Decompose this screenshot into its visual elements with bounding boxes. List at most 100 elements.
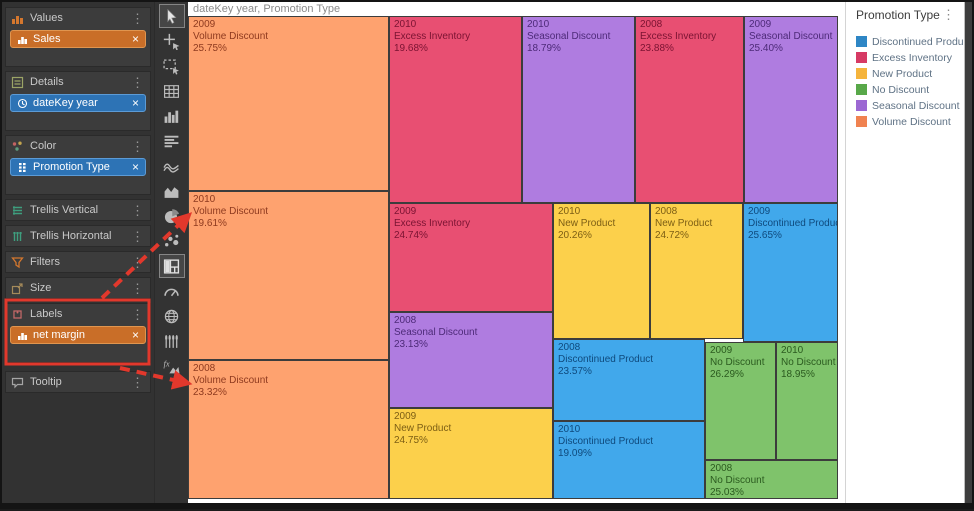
tile-value: 18.95% [781,369,833,381]
panel-header[interactable]: Trellis Vertical⋮ [6,200,150,220]
tile-type: Excess Inventory [394,31,517,43]
legend-swatch [856,100,867,111]
gauge-icon [163,283,180,300]
pointer-icon [163,8,180,25]
tool-treemap[interactable] [160,255,184,277]
crosshair-pointer-icon [163,33,180,50]
app-window: Values ⋮ Sales × Details⋮ dateKey year× Color⋮… [0,0,974,509]
tool-line-chart[interactable] [160,155,184,177]
kebab-menu-icon[interactable]: ⋮ [130,204,145,217]
treemap-tile[interactable]: 2008Excess Inventory23.88% [635,16,744,203]
tool-row-list[interactable] [160,130,184,152]
field-chip-promotion-type[interactable]: Promotion Type × [10,158,146,176]
color-palette-icon [11,140,24,153]
panel-values: Values ⋮ Sales × [5,7,151,67]
panel-header[interactable]: Tooltip⋮ [6,372,150,392]
tool-abacus[interactable] [160,330,184,352]
bar-chart-white-icon [17,34,28,45]
chip-label: Sales [33,33,61,45]
treemap-tile[interactable]: 2009Seasonal Discount25.40% [744,16,838,203]
legend-swatch [856,84,867,95]
treemap-tile[interactable]: 2010Discontinued Product19.09% [553,421,705,499]
treemap-tile[interactable]: 2009Discontinued Product25.65% [743,203,838,342]
treemap-tile[interactable]: 2009Excess Inventory24.74% [389,203,553,312]
tile-value: 26.29% [710,369,771,381]
panel-header[interactable]: Filters⋮ [6,252,150,272]
panel-header[interactable]: Trellis Horizontal⋮ [6,226,150,246]
tool-crosshair-pointer[interactable] [160,30,184,52]
tool-gauge[interactable] [160,280,184,302]
tile-type: Volume Discount [193,31,384,43]
tool-fx-chart[interactable]: fx [160,355,184,377]
chip-list: Sales × [6,28,150,48]
legend-item-volume-discount[interactable]: Volume Discount [856,114,956,129]
legend-item-excess-inventory[interactable]: Excess Inventory [856,50,956,65]
panel-label: Values [30,12,124,24]
tile-year: 2010 [558,424,700,436]
line-chart-icon [163,158,180,175]
treemap-tile[interactable]: 2009New Product24.75% [389,408,553,499]
treemap-tile[interactable]: 2010No Discount18.95% [776,342,838,460]
field-chip-net-margin[interactable]: net margin × [10,326,146,344]
treemap-tile[interactable]: 2010Volume Discount19.61% [188,191,389,360]
remove-field-icon[interactable]: × [132,33,139,45]
pie-chart-icon [163,208,180,225]
remove-field-icon[interactable]: × [132,329,139,341]
tool-pie-chart[interactable] [160,205,184,227]
treemap-tile[interactable]: 2008No Discount25.03% [705,460,838,499]
tile-value: 23.88% [640,43,739,55]
treemap-tile[interactable]: 2008Seasonal Discount23.13% [389,312,553,408]
tool-data-grid[interactable] [160,80,184,102]
tool-pointer[interactable] [160,5,184,27]
kebab-menu-icon[interactable]: ⋮ [130,12,145,25]
legend-item-no-discount[interactable]: No Discount [856,82,956,97]
treemap-tile[interactable]: 2008New Product24.72% [650,203,743,339]
kebab-menu-icon[interactable]: ⋮ [130,140,145,153]
kebab-menu-icon[interactable]: ⋮ [130,256,145,269]
chip-label: Promotion Type [33,161,110,173]
row-list-icon [163,133,180,150]
tile-year: 2009 [748,206,833,218]
panel-header[interactable]: Details⋮ [6,72,150,92]
panel-details: Details⋮ dateKey year× [5,71,151,131]
field-chip-sales[interactable]: Sales × [10,30,146,48]
treemap-tile[interactable]: 2008Volume Discount23.32% [188,360,389,499]
panel-header[interactable]: Color⋮ [6,136,150,156]
panel-header[interactable]: Size⋮ [6,278,150,298]
remove-field-icon[interactable]: × [132,97,139,109]
treemap-icon [163,258,180,275]
legend-item-discontinued-product[interactable]: Discontinued Product [856,34,956,49]
panel-filters: Filters⋮ [5,251,151,273]
tool-lasso-select[interactable] [160,55,184,77]
kebab-menu-icon[interactable]: ⋮ [941,8,956,21]
scatter-plot-icon [163,233,180,250]
field-chip-datekey-year[interactable]: dateKey year× [10,94,146,112]
fx-chart-icon: fx [163,358,180,375]
tool-bar-chart[interactable] [160,105,184,127]
panel-header[interactable]: Values ⋮ [6,8,150,28]
treemap-tile[interactable]: 2009Volume Discount25.75% [188,16,389,191]
legend-item-new-product[interactable]: New Product [856,66,956,81]
kebab-menu-icon[interactable]: ⋮ [130,308,145,321]
treemap-tile[interactable]: 2009No Discount26.29% [705,342,776,460]
treemap-tile[interactable]: 2010Excess Inventory19.68% [389,16,522,203]
treemap-tile[interactable]: 2010New Product20.26% [553,203,650,339]
tile-type: Volume Discount [193,206,384,218]
chip-label: net margin [33,329,85,341]
legend-item-label: Volume Discount [872,116,951,128]
legend-item-seasonal-discount[interactable]: Seasonal Discount [856,98,956,113]
tool-scatter-plot[interactable] [160,230,184,252]
kebab-menu-icon[interactable]: ⋮ [130,376,145,389]
treemap-tile[interactable]: 2010Seasonal Discount18.79% [522,16,635,203]
kebab-menu-icon[interactable]: ⋮ [130,230,145,243]
treemap-tile[interactable]: 2008Discontinued Product23.57% [553,339,705,421]
remove-field-icon[interactable]: × [132,161,139,173]
field-wells-sidebar: Values ⋮ Sales × Details⋮ dateKey year× Color⋮… [2,2,154,503]
tool-globe[interactable] [160,305,184,327]
kebab-menu-icon[interactable]: ⋮ [130,282,145,295]
tool-area-chart[interactable] [160,180,184,202]
svg-text:fx: fx [164,358,170,368]
legend-item-label: No Discount [872,84,929,96]
panel-header[interactable]: Labels⋮ [6,304,150,324]
kebab-menu-icon[interactable]: ⋮ [130,76,145,89]
